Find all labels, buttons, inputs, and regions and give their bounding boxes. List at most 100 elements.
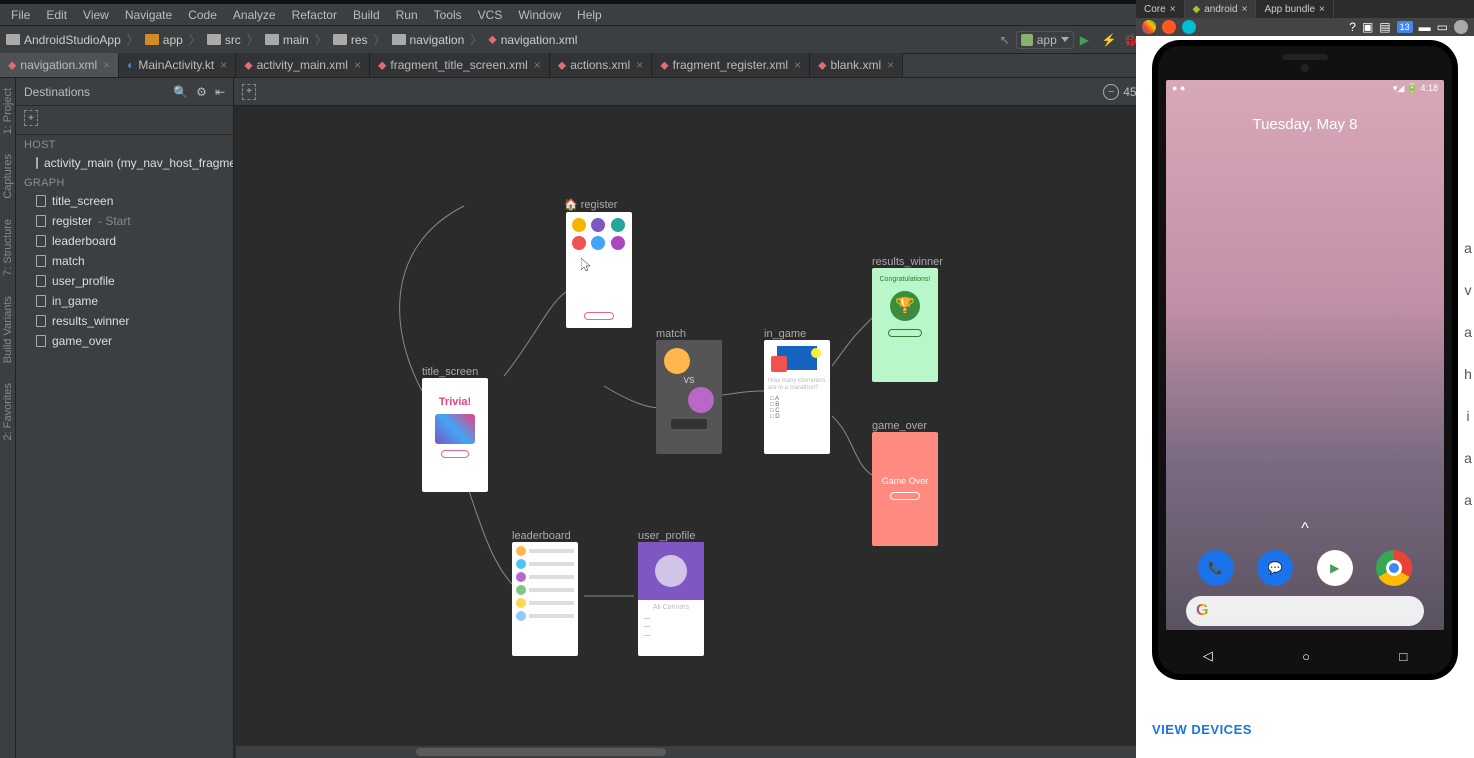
close-icon[interactable]: × [354,58,361,72]
btab-bundle[interactable]: App bundle× [1256,0,1333,18]
host-item[interactable]: activity_main (my_nav_host_fragme [16,153,233,173]
menu-navigate[interactable]: Navigate [118,6,179,24]
add-destination-icon[interactable]: + [242,84,256,100]
btab-core[interactable]: Core× [1136,0,1185,18]
tab-icon[interactable]: ▣ [1362,20,1373,34]
node-user-profile[interactable]: Ali Connors ——— [638,542,704,656]
menu-tools[interactable]: Tools [427,6,469,24]
browser-icon[interactable] [1182,20,1196,34]
app-messages-icon[interactable]: 💬 [1257,550,1293,586]
menu-analyze[interactable]: Analyze [226,6,283,24]
nav-recents[interactable]: □ [1399,649,1407,664]
count-badge[interactable]: 13 [1397,21,1413,33]
close-icon[interactable]: × [103,58,110,72]
chrome-icon[interactable] [1142,20,1156,34]
close-icon[interactable]: × [636,58,643,72]
tab-navigation[interactable]: ⬥navigation.xml× [0,53,119,77]
node-match[interactable]: VS [656,340,722,454]
close-icon[interactable]: × [1242,4,1248,15]
tab-blank[interactable]: ⬥blank.xml× [810,53,903,77]
avatar-icon[interactable] [1454,20,1468,34]
node-leaderboard[interactable] [512,542,578,656]
phone-date: Tuesday, May 8 [1166,116,1444,133]
canvas-hscrollbar[interactable] [236,746,1214,758]
crumb-navigation[interactable]: navigation [410,33,465,47]
drawer-arrow-icon[interactable]: ^ [1301,520,1309,538]
view-devices-link[interactable]: VIEW DEVICES [1136,706,1474,753]
zoom-out-icon[interactable]: − [1103,84,1119,100]
tab-fragment-register[interactable]: ⬥fragment_register.xml× [652,53,810,77]
menu-window[interactable]: Window [511,6,568,24]
dest-match[interactable]: match [16,251,233,271]
chrome-toolbar: ? ▣ ▤ 13 ▬ ▭ [1136,18,1474,36]
collapse-icon[interactable]: ⇤ [215,85,225,99]
browser-icon[interactable] [1162,20,1176,34]
device-icon[interactable]: ▭ [1437,20,1448,34]
gutter-build-variants[interactable]: Build Variants [2,296,14,363]
dest-register[interactable]: register - Start [16,211,233,231]
search-icon[interactable]: 🔍 [173,85,188,99]
crumb-app[interactable]: app [163,33,183,47]
run-icon[interactable]: ▶ [1080,33,1094,47]
instant-run-icon[interactable]: ⚡ [1102,33,1116,47]
tab-actions[interactable]: ⬥actions.xml× [550,53,652,77]
bookmark-icon[interactable]: ▤ [1379,20,1390,34]
menu-run[interactable]: Run [389,6,425,24]
tab-mainactivity[interactable]: ◐MainActivity.kt× [119,53,236,77]
close-icon[interactable]: × [534,58,541,72]
node-results-winner[interactable]: Congratulations! 🏆 [872,268,938,382]
tab-fragment-title[interactable]: ⬥fragment_title_screen.xml× [370,53,550,77]
nav-back-icon[interactable]: ↖ [1000,33,1010,47]
folder-icon [265,34,279,45]
dest-leaderboard[interactable]: leaderboard [16,231,233,251]
close-icon[interactable]: × [887,58,894,72]
crumb-main[interactable]: main [283,33,309,47]
gear-icon[interactable]: ⚙ [196,85,207,99]
menu-help[interactable]: Help [570,6,609,24]
crumb-file[interactable]: navigation.xml [501,33,578,47]
more-icon[interactable]: ▬ [1419,20,1431,34]
node-in-game[interactable]: How many kilometers are in a marathon? □… [764,340,830,454]
nav-back[interactable]: ◁ [1203,648,1213,664]
add-destination-icon[interactable]: + [24,110,38,126]
btab-android[interactable]: ◆android× [1185,0,1257,18]
gutter-project[interactable]: 1: Project [2,88,14,134]
menu-vcs[interactable]: VCS [471,6,510,24]
app-play-icon[interactable]: ▶ [1317,550,1353,586]
crumb-res[interactable]: res [351,33,368,47]
app-chrome-icon[interactable] [1376,550,1412,586]
phone-search[interactable]: G [1186,596,1424,626]
menu-code[interactable]: Code [181,6,224,24]
crumb-src[interactable]: src [225,33,241,47]
dest-game-over[interactable]: game_over [16,331,233,351]
menu-file[interactable]: File [4,6,37,24]
menu-build[interactable]: Build [346,6,387,24]
menu-edit[interactable]: Edit [39,6,74,24]
dest-results-winner[interactable]: results_winner [16,311,233,331]
folder-icon [145,34,159,45]
node-label-game-over: game_over [872,420,927,432]
close-icon[interactable]: × [1170,4,1176,15]
nav-home[interactable]: ○ [1302,649,1310,664]
dest-in-game[interactable]: in_game [16,291,233,311]
node-title-screen[interactable]: Trivia! [422,378,488,492]
close-icon[interactable]: × [794,58,801,72]
gutter-favorites[interactable]: 2: Favorites [2,383,14,440]
canvas-viewport[interactable]: 🏠 register title_screen Trivia! match VS [234,106,1214,758]
run-configuration[interactable]: app [1016,31,1074,49]
close-icon[interactable]: × [220,58,227,72]
crumb-project[interactable]: AndroidStudioApp [24,33,121,47]
node-register[interactable] [566,212,632,328]
app-phone-icon[interactable]: 📞 [1198,550,1234,586]
dest-title-screen[interactable]: title_screen [16,191,233,211]
node-game-over[interactable]: Game Over [872,432,938,546]
help-icon[interactable]: ? [1349,20,1356,34]
gutter-captures[interactable]: Captures [2,154,14,199]
close-icon[interactable]: × [1319,4,1325,15]
menu-refactor[interactable]: Refactor [285,6,344,24]
menu-view[interactable]: View [76,6,116,24]
dest-user-profile[interactable]: user_profile [16,271,233,291]
tab-activity-main[interactable]: ⬥activity_main.xml× [236,53,370,77]
phone-screen[interactable]: ● ● ▾◢ 🔋 4:18 Tuesday, May 8 ^ 📞 💬 ▶ G [1166,80,1444,630]
gutter-structure[interactable]: 7: Structure [2,219,14,276]
